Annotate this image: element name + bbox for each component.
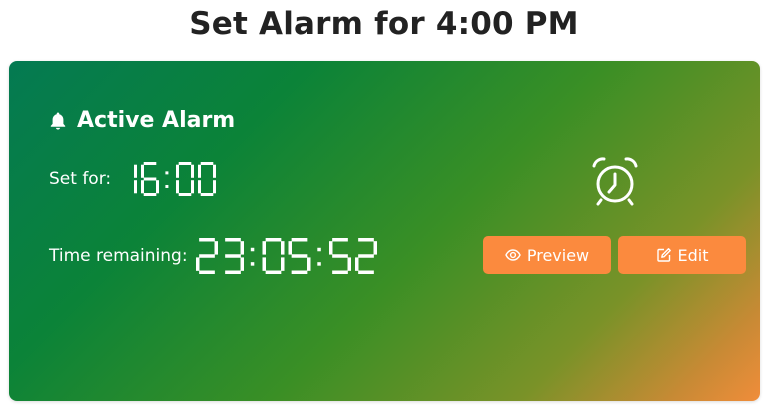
seven-segment-digit bbox=[288, 238, 311, 274]
edit-button[interactable]: Edit bbox=[618, 236, 746, 274]
set-for-row: Set for: bbox=[49, 162, 220, 196]
page: Set Alarm for 4:00 PM Active Alarm Set f… bbox=[0, 0, 768, 410]
seven-segment-digits bbox=[134, 162, 217, 196]
seven-segment-colon bbox=[250, 247, 254, 266]
seven-segment-digit bbox=[262, 238, 285, 274]
seven-segment-digit bbox=[354, 238, 377, 274]
seven-segment-digit bbox=[328, 238, 351, 274]
seven-segment-digits bbox=[195, 238, 377, 274]
seven-segment-digit bbox=[224, 238, 244, 274]
alarm-header: Active Alarm bbox=[49, 108, 235, 133]
edit-button-label: Edit bbox=[677, 245, 709, 265]
bell-icon bbox=[50, 111, 66, 130]
alarm-clock-icon bbox=[592, 157, 638, 206]
alarm-header-label: Active Alarm bbox=[77, 108, 236, 133]
edit-icon bbox=[656, 248, 671, 262]
preview-button[interactable]: Preview bbox=[483, 236, 611, 274]
active-alarm-card: Active Alarm Set for: Time remaining: Pr… bbox=[9, 61, 760, 401]
seven-segment-colon bbox=[165, 171, 169, 188]
seven-segment-colon bbox=[316, 247, 321, 266]
seven-segment-digit bbox=[176, 162, 195, 196]
page-title: Set Alarm for 4:00 PM bbox=[189, 6, 579, 42]
time-remaining-value bbox=[195, 238, 381, 274]
seven-segment-digit bbox=[195, 238, 218, 274]
set-for-label: Set for: bbox=[49, 169, 112, 189]
eye-icon bbox=[505, 249, 521, 261]
time-remaining-label: Time remaining: bbox=[49, 246, 188, 266]
seven-segment-digit bbox=[141, 162, 160, 196]
seven-segment-digit bbox=[198, 162, 217, 196]
time-remaining-row: Time remaining: bbox=[49, 238, 381, 274]
set-for-time bbox=[119, 162, 220, 196]
preview-button-label: Preview bbox=[526, 245, 590, 265]
